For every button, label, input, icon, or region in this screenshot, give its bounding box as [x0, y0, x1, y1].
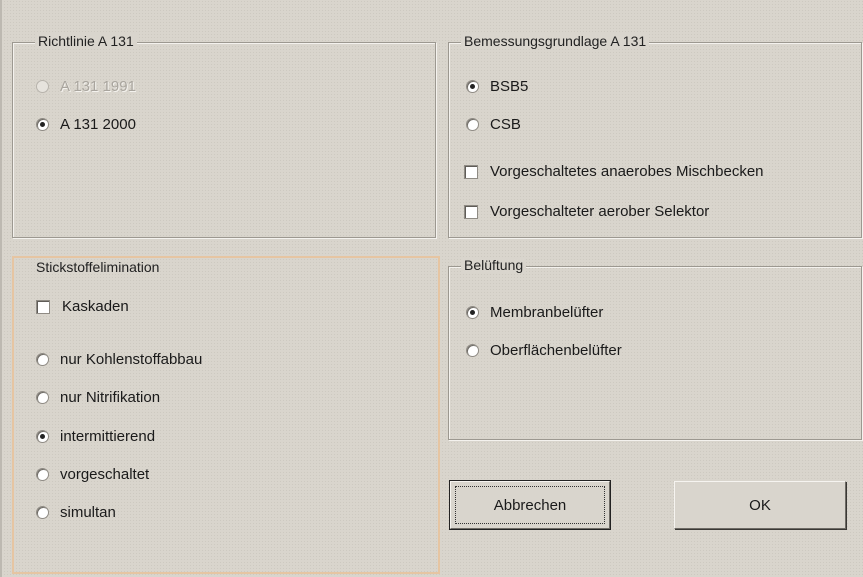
stickstoff-group-title: Stickstoffelimination [36, 259, 160, 275]
radio-button[interactable] [466, 306, 479, 319]
radio-intermittierend[interactable]: intermittierend [36, 428, 155, 445]
ok-button[interactable]: OK [674, 481, 846, 529]
radio-nur-nitrifikation[interactable]: nur Nitrifikation [36, 389, 160, 406]
radio-label: A 131 2000 [60, 116, 136, 133]
radio-button[interactable] [36, 506, 49, 519]
radio-csb[interactable]: CSB [466, 116, 521, 133]
radio-nur-kohlenstoffabbau[interactable]: nur Kohlenstoffabbau [36, 351, 202, 368]
radio-button[interactable] [36, 468, 49, 481]
radio-vorgeschaltet[interactable]: vorgeschaltet [36, 466, 149, 483]
settings-dialog: Richtlinie A 131 A 131 1991 A 131 2000 B… [0, 0, 863, 577]
radio-label: Oberflächenbelüfter [490, 342, 622, 359]
radio-button[interactable] [36, 80, 49, 93]
checkbox-label: Vorgeschalteter aerober Selektor [490, 203, 710, 220]
checkbox-anaerobes-mischbecken[interactable]: Vorgeschaltetes anaerobes Mischbecken [464, 163, 764, 180]
richtlinie-group-title: Richtlinie A 131 [35, 33, 137, 49]
checkbox-box[interactable] [464, 204, 478, 219]
checkbox-box[interactable] [464, 164, 478, 179]
belueftung-group-title: Belüftung [461, 257, 527, 273]
radio-button[interactable] [466, 80, 479, 93]
cancel-button[interactable]: Abbrechen [449, 480, 611, 530]
radio-bsb5[interactable]: BSB5 [466, 78, 528, 95]
radio-button[interactable] [36, 118, 49, 131]
checkbox-kaskaden[interactable]: Kaskaden [36, 298, 129, 315]
checkbox-label: Vorgeschaltetes anaerobes Mischbecken [490, 163, 764, 180]
window-edge [0, 0, 2, 577]
radio-a131-2000[interactable]: A 131 2000 [36, 116, 136, 133]
radio-label: vorgeschaltet [60, 466, 150, 483]
radio-button[interactable] [36, 430, 49, 443]
radio-oberflaechenbelueftung[interactable]: Oberflächenbelüfter [466, 342, 622, 359]
checkbox-box[interactable] [36, 299, 50, 314]
radio-a131-1991[interactable]: A 131 1991 [36, 78, 136, 95]
radio-label: BSB5 [490, 78, 529, 95]
checkbox-aerober-selektor[interactable]: Vorgeschalteter aerober Selektor [464, 203, 709, 220]
radio-label: A 131 1991 [60, 78, 136, 95]
radio-button[interactable] [466, 344, 479, 357]
radio-label: Membranbelüfter [490, 304, 604, 321]
radio-label: intermittierend [60, 428, 156, 445]
radio-label: nur Nitrifikation [60, 389, 161, 406]
checkbox-label: Kaskaden [62, 298, 129, 315]
bemessung-group-title: Bemessungsgrundlage A 131 [461, 33, 650, 49]
radio-button[interactable] [36, 353, 49, 366]
radio-button[interactable] [36, 391, 49, 404]
radio-simultan[interactable]: simultan [36, 504, 116, 521]
radio-button[interactable] [466, 118, 479, 131]
radio-membranbeluefter[interactable]: Membranbelüfter [466, 304, 603, 321]
radio-label: CSB [490, 116, 521, 133]
radio-label: nur Kohlenstoffabbau [60, 351, 203, 368]
radio-label: simultan [60, 504, 116, 521]
richtlinie-group: Richtlinie A 131 [12, 33, 436, 238]
